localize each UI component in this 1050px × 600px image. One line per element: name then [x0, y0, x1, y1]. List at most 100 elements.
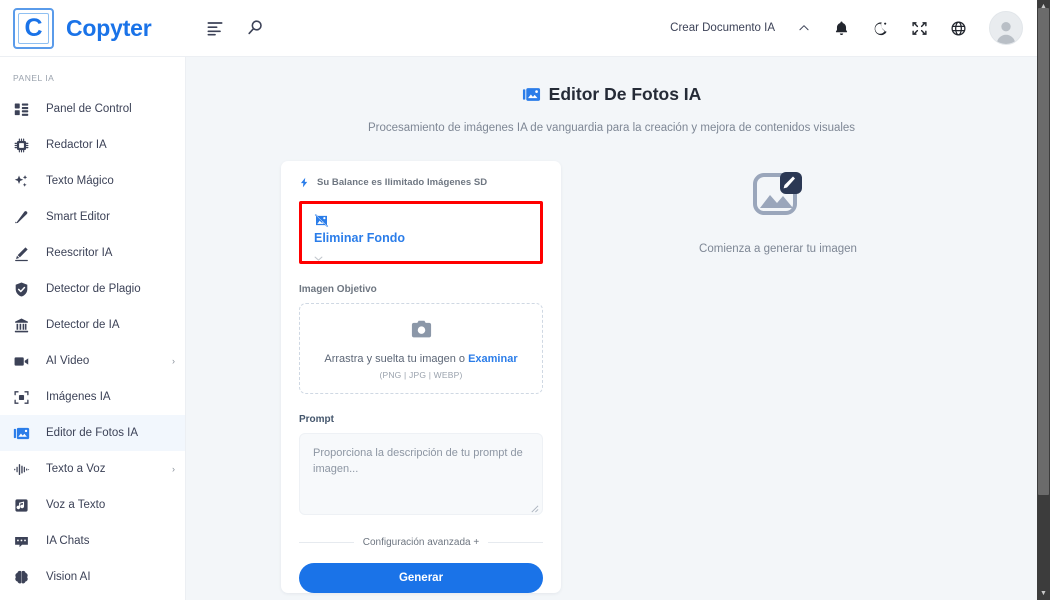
sidebar-item-vision-ai[interactable]: Vision AI — [0, 559, 185, 595]
image-dropzone[interactable]: Arrastra y suelta tu imagen o Examinar (… — [299, 303, 543, 394]
prompt-input[interactable]: Proporciona la descripción de tu prompt … — [299, 433, 543, 515]
bank-detector-icon — [13, 317, 30, 334]
bolt-icon — [299, 177, 310, 188]
sidebar-item-label: AI Video — [46, 355, 90, 367]
image-field-label: Imagen Objetivo — [299, 284, 377, 295]
tool-select[interactable]: Eliminar Fondo — [302, 204, 540, 261]
page-subtitle: Procesamiento de imágenes IA de vanguard… — [367, 122, 856, 134]
sidebar: PANEL IA Panel de Control Redactor IA Te… — [0, 57, 186, 600]
preview-message: Comienza a generar tu imagen — [699, 243, 857, 255]
dashboard-icon — [13, 101, 30, 118]
tool-select-value: Eliminar Fondo — [314, 231, 405, 245]
pen-icon — [13, 209, 30, 226]
sparkles-icon — [13, 173, 30, 190]
compress-icon[interactable] — [911, 20, 928, 37]
sidebar-item-label: Imágenes IA — [46, 391, 111, 403]
advanced-settings-toggle[interactable]: Configuración avanzada + — [363, 537, 479, 548]
logo-mark-icon: C — [13, 7, 54, 49]
moon-icon[interactable] — [872, 20, 889, 37]
logo-letter: C — [24, 13, 43, 42]
sidebar-item-label: Detector de IA — [46, 319, 120, 331]
tool-select-highlight: Eliminar Fondo — [299, 201, 543, 264]
editor-form-card: Su Balance es Ilimitado Imágenes SD Elim… — [281, 161, 561, 593]
generate-button[interactable]: Generar — [299, 563, 543, 593]
sidebar-item-label: Editor de Fotos IA — [46, 427, 139, 439]
content-columns: Su Balance es Ilimitado Imágenes SD Elim… — [186, 134, 1037, 593]
resize-grip-icon[interactable] — [530, 503, 539, 513]
sidebar-item-label: Redactor IA — [46, 139, 107, 151]
pencil-edit-icon — [13, 245, 30, 262]
chip-ai-icon — [13, 137, 30, 154]
image-edit-placeholder-icon — [752, 169, 804, 221]
sidebar-item-texto-a-voz[interactable]: Texto a Voz › — [0, 451, 185, 487]
user-avatar-icon — [996, 22, 1016, 44]
photo-editor-icon — [522, 85, 541, 104]
sidebar-item-texto-magico[interactable]: Texto Mágico — [0, 163, 185, 199]
brain-icon — [13, 569, 30, 586]
bell-icon[interactable] — [833, 20, 850, 37]
waveform-icon — [13, 461, 30, 478]
scrollbar-thumb[interactable] — [1038, 8, 1049, 495]
image-preview-placeholder: Comienza a generar tu imagen — [638, 161, 918, 255]
sidebar-item-label: Panel de Control — [46, 103, 132, 115]
brand-logo[interactable]: C Copyter — [0, 0, 186, 57]
brand-name: Copyter — [66, 14, 152, 41]
page-title-text: Editor De Fotos IA — [548, 83, 702, 104]
menu-list-icon[interactable] — [205, 18, 225, 38]
sidebar-item-reescritor-ia[interactable]: Reescritor IA — [0, 235, 185, 271]
dropzone-formats: (PNG | JPG | WEBP) — [379, 370, 463, 380]
vertical-scrollbar[interactable]: ▲ ▼ — [1037, 0, 1050, 600]
create-document-button[interactable]: Crear Documento IA — [670, 22, 775, 34]
sidebar-item-label: Texto a Voz — [46, 463, 106, 475]
sidebar-item-editor-de-fotos-ia[interactable]: Editor de Fotos IA — [0, 415, 185, 451]
sidebar-item-label: Detector de Plagio — [46, 283, 141, 295]
music-note-box-icon — [13, 497, 30, 514]
search-icon[interactable] — [245, 18, 265, 38]
sidebar-item-label: Texto Mágico — [46, 175, 114, 187]
balance-row: Su Balance es Ilimitado Imágenes SD — [299, 177, 543, 188]
photo-editor-icon — [13, 425, 30, 442]
browse-link[interactable]: Examinar — [468, 353, 518, 365]
sidebar-item-detector-de-plagio[interactable]: Detector de Plagio — [0, 271, 185, 307]
sidebar-item-redactor-ia[interactable]: Redactor IA — [0, 127, 185, 163]
chat-bubble-icon — [13, 533, 30, 550]
dropzone-instruction: Arrastra y suelta tu imagen o — [324, 353, 469, 365]
app-window: C Copyter Crear Documento IA PANEL IA Pa… — [0, 0, 1050, 600]
globe-icon[interactable] — [950, 20, 967, 37]
page-title: Editor De Fotos IA — [522, 83, 702, 104]
sidebar-item-label: IA Chats — [46, 535, 90, 547]
sidebar-item-smart-editor[interactable]: Smart Editor — [0, 199, 185, 235]
top-navigation-bar: C Copyter Crear Documento IA — [0, 0, 1037, 57]
preview-column: Comienza a generar tu imagen — [638, 161, 918, 593]
scroll-down-arrow-icon[interactable]: ▼ — [1037, 587, 1050, 600]
sidebar-item-label: Reescritor IA — [46, 247, 113, 259]
topbar-left-icons — [205, 18, 265, 38]
sidebar-item-label: Smart Editor — [46, 211, 110, 223]
sidebar-section-label: PANEL IA — [13, 73, 55, 83]
image-focus-icon — [13, 389, 30, 406]
camera-icon — [409, 317, 434, 342]
dropzone-text: Arrastra y suelta tu imagen o Examinar — [324, 353, 517, 365]
sidebar-item-panel-de-control[interactable]: Panel de Control — [0, 91, 185, 127]
image-off-icon — [314, 213, 329, 228]
chevron-up-icon[interactable] — [797, 21, 811, 35]
chevron-down-icon[interactable] — [314, 248, 323, 261]
sidebar-item-imagenes-ia[interactable]: Imágenes IA — [0, 379, 185, 415]
avatar[interactable] — [989, 11, 1023, 45]
advanced-settings-row: Configuración avanzada + — [299, 537, 544, 548]
sidebar-item-ai-video[interactable]: AI Video › — [0, 343, 185, 379]
sidebar-item-voz-a-texto[interactable]: Voz a Texto — [0, 487, 185, 523]
divider-right — [488, 542, 544, 543]
form-column: Su Balance es Ilimitado Imágenes SD Elim… — [281, 161, 561, 593]
balance-text: Su Balance es Ilimitado Imágenes SD — [317, 177, 488, 188]
shield-check-icon — [13, 281, 30, 298]
sidebar-item-label: Vision AI — [46, 571, 91, 583]
prompt-placeholder: Proporciona la descripción de tu prompt … — [313, 447, 523, 475]
sidebar-item-ia-chats[interactable]: IA Chats — [0, 523, 185, 559]
divider-left — [299, 542, 354, 543]
sidebar-item-caret: › — [172, 356, 175, 366]
prompt-field-label: Prompt — [299, 414, 334, 425]
topbar-right-actions: Crear Documento IA — [670, 11, 1037, 45]
sidebar-item-detector-de-ia[interactable]: Detector de IA — [0, 307, 185, 343]
video-camera-icon — [13, 353, 30, 370]
